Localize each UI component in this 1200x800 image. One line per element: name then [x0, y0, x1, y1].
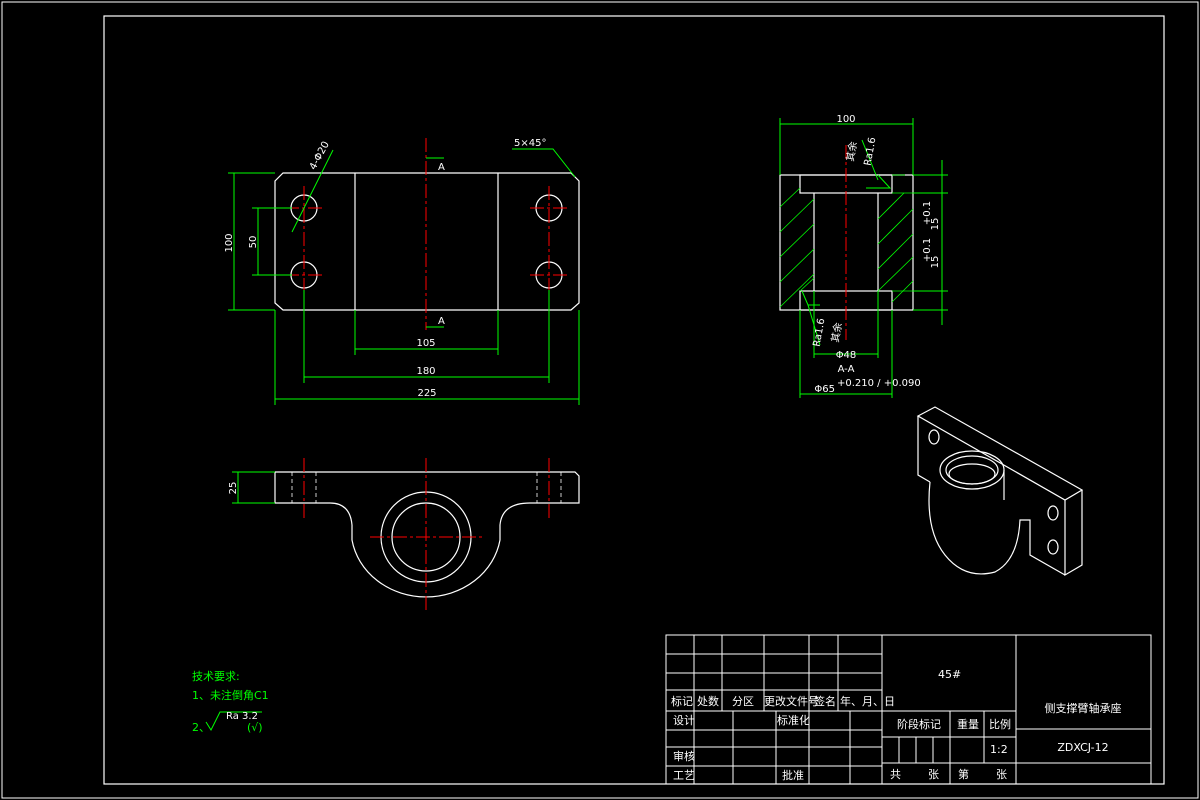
top-view-centerlines — [285, 138, 568, 330]
tb-sheet2: 张 — [996, 768, 1007, 781]
tb-sheet: 张 — [928, 768, 939, 781]
tb-scale: 1:2 — [990, 743, 1008, 756]
tb-drawing-no: ZDXCJ-12 — [1057, 741, 1108, 754]
dim-height: 100 — [224, 233, 235, 252]
dim-bore-tol: +0.210 / +0.090 — [837, 378, 921, 389]
finish-word-bottom: 其余 — [828, 321, 844, 343]
cad-drawing: 100 50 105 180 225 4-Φ20 5×45° A A 25 10… — [1, 1, 1199, 799]
roughness-top: Ra1.6 — [863, 136, 879, 166]
tb-page: 第 — [958, 767, 969, 781]
sheet-border — [1, 1, 1199, 799]
tb-approve: 批准 — [782, 768, 804, 782]
top-view-dimensions — [228, 148, 580, 405]
dim-depth-top-tol: +0.1 — [922, 201, 933, 225]
dim-bore-inner: Φ48 — [836, 350, 857, 361]
dim-overall-length: 225 — [417, 388, 436, 399]
isometric-view — [916, 406, 1084, 577]
elevation-view — [274, 471, 580, 598]
tb-mark: 标记 — [671, 694, 693, 708]
dim-side-width: 100 — [836, 114, 855, 125]
tb-zone: 分区 — [732, 695, 754, 708]
dim-hole-vertical: 50 — [248, 236, 259, 249]
elevation-centerlines — [303, 458, 550, 612]
tb-standard: 标准化 — [777, 713, 810, 727]
tb-material: 45# — [938, 668, 961, 681]
dim-bore-outer: Φ65 — [814, 384, 835, 395]
dim-center-width: 105 — [416, 338, 435, 349]
tb-stage-mark: 阶段标记 — [897, 717, 941, 731]
tb-ratio: 比例 — [989, 717, 1011, 731]
notes-title: 技术要求: — [192, 670, 240, 683]
dim-depth-bottom-tol: +0.1 — [922, 238, 933, 262]
dim-thickness: 25 — [228, 482, 239, 495]
dim-chamfer: 5×45° — [514, 138, 546, 149]
note-item-2-prefix: 2、 — [192, 721, 210, 734]
tb-total: 共 — [890, 768, 901, 781]
dim-hole-dia: 4-Φ20 — [308, 140, 332, 172]
section-label: A-A — [838, 364, 855, 375]
tb-review: 审核 — [673, 749, 695, 763]
top-view — [274, 172, 580, 311]
tb-weight: 重量 — [957, 717, 979, 731]
tb-sign: 签名 — [814, 694, 836, 708]
tb-date: 年、月、日 — [840, 694, 895, 708]
tb-count: 处数 — [697, 695, 719, 708]
tb-part-name: 侧支撑臂轴承座 — [1045, 701, 1122, 715]
drawing-frame — [103, 15, 1165, 785]
tb-change-doc: 更改文件号 — [764, 694, 819, 708]
tb-process: 工艺 — [673, 769, 695, 782]
tb-design: 设计 — [673, 714, 695, 727]
section-mark-top: A — [438, 162, 445, 173]
note-item-2-suffix: (√) — [247, 721, 263, 734]
note-item-1: 1、未注倒角C1 — [192, 688, 269, 702]
section-mark-bottom: A — [438, 316, 445, 327]
dim-hole-spacing: 180 — [416, 366, 435, 377]
technical-notes: 技术要求: 1、未注倒角C1 2、 Ra 3.2 (√) — [192, 670, 269, 734]
